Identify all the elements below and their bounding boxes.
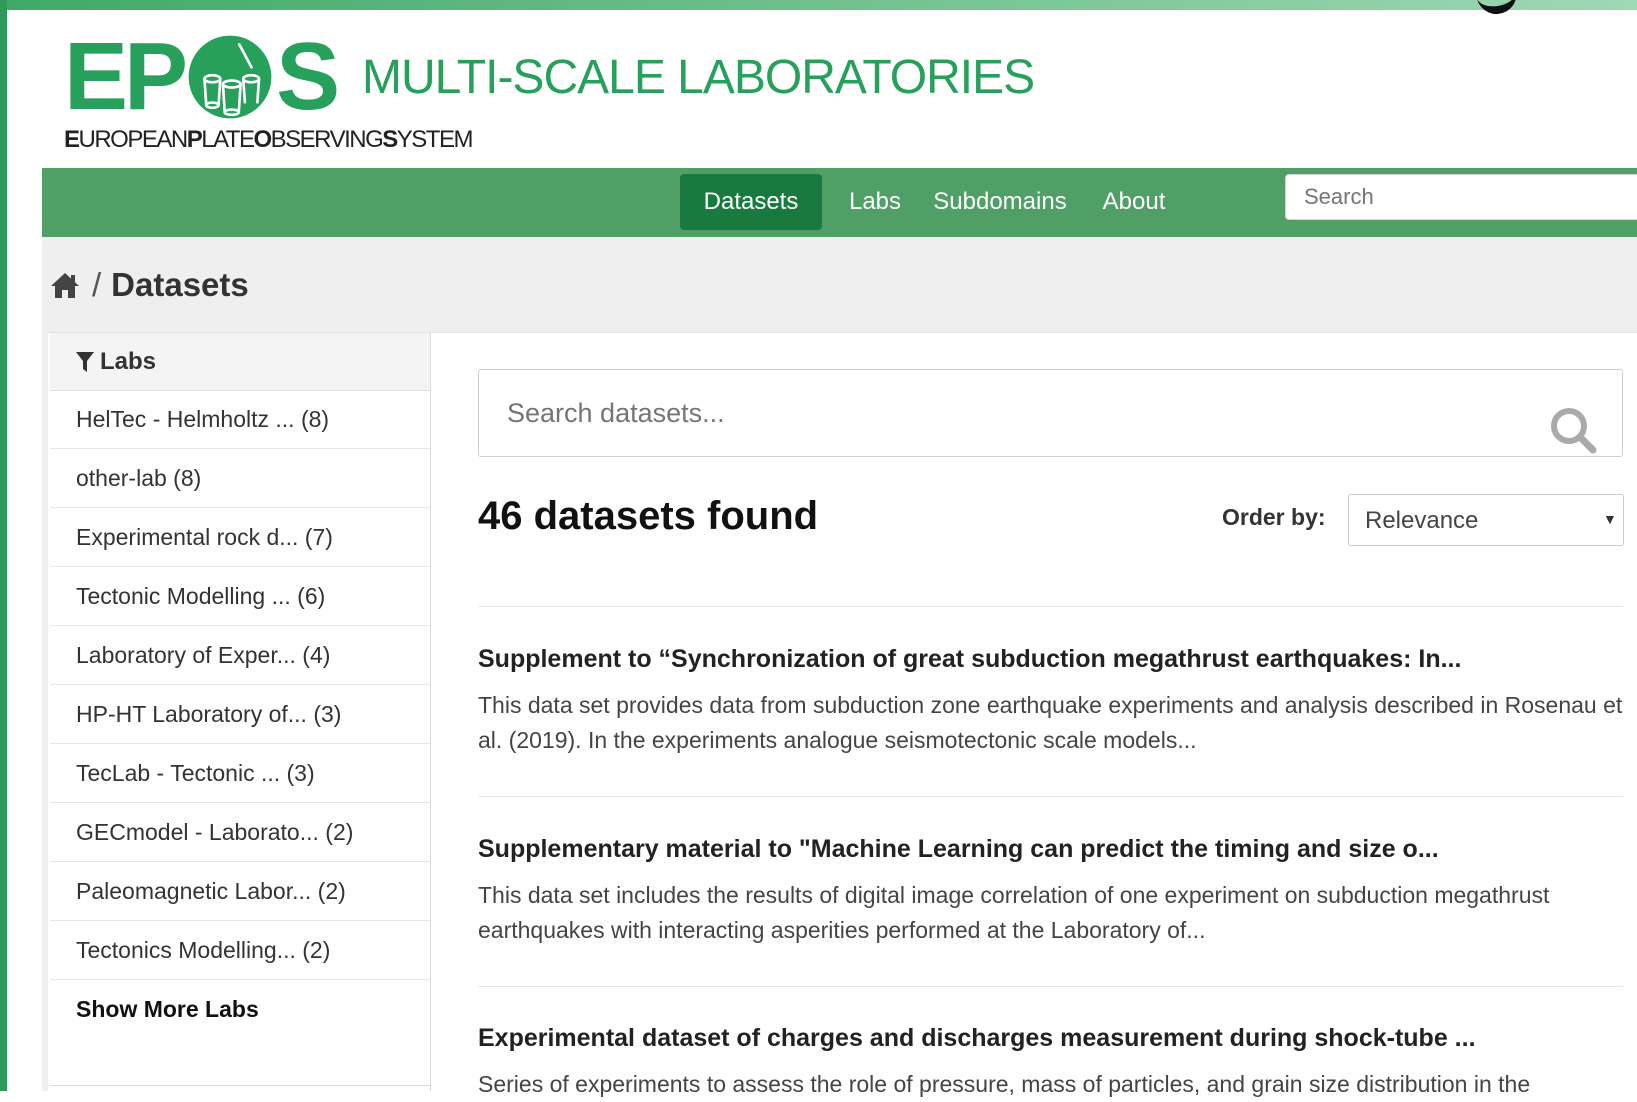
- facet-item[interactable]: Experimental rock d... (7): [50, 508, 430, 567]
- nav-labs[interactable]: Labs: [832, 174, 918, 230]
- order-by-label: Order by:: [1222, 504, 1326, 530]
- dataset-title[interactable]: Supplementary material to "Machine Learn…: [478, 835, 1623, 864]
- facet-item[interactable]: HelTec - Helmholtz ... (8): [50, 390, 430, 449]
- logo-wordmark: E P S: [64, 23, 340, 130]
- dataset-description: This data set includes the results of di…: [478, 882, 1550, 943]
- nav-about[interactable]: About: [1088, 174, 1180, 230]
- order-by-value: Relevance: [1365, 507, 1479, 534]
- facet-item[interactable]: GECmodel - Laborato... (2): [50, 803, 430, 862]
- top-accent-stripe: [0, 0, 1637, 10]
- facet-item[interactable]: Tectonic Modelling ... (6): [50, 567, 430, 626]
- logo-letter-s: S: [276, 23, 340, 130]
- filter-icon: [76, 351, 94, 372]
- dataset-item: Supplementary material to "Machine Learn…: [478, 835, 1623, 948]
- left-accent-stripe: [0, 0, 7, 1091]
- facet-heading: Labs: [50, 333, 430, 391]
- logo-subtitle: EUROPEANPLATEOBSERVINGSYSTEM: [64, 126, 473, 153]
- epos-logo[interactable]: E P S EUROPEANPLATEOBSERVINGSYSTEM: [64, 23, 473, 156]
- main-navbar: Datasets Labs Subdomains About: [42, 168, 1637, 237]
- dataset-description: Series of experiments to assess the role…: [478, 1071, 1531, 1097]
- dataset-title[interactable]: Experimental dataset of charges and disc…: [478, 1024, 1623, 1053]
- dataset-divider: [478, 986, 1623, 987]
- caret-down-icon: ▼: [1603, 511, 1617, 527]
- order-by-select[interactable]: Relevance ▼: [1348, 494, 1624, 546]
- dataset-divider: [478, 796, 1623, 797]
- facet-list: HelTec - Helmholtz ... (8) other-lab (8)…: [50, 390, 430, 980]
- facet-sidebar: Labs HelTec - Helmholtz ... (8) other-la…: [50, 333, 431, 1091]
- home-icon[interactable]: [50, 271, 80, 299]
- dataset-search-input[interactable]: [479, 370, 1547, 456]
- facet-item[interactable]: Laboratory of Exper... (4): [50, 626, 430, 685]
- facet-item[interactable]: HP-HT Laboratory of... (3): [50, 685, 430, 744]
- nav-subdomains[interactable]: Subdomains: [926, 174, 1074, 230]
- breadcrumb-current[interactable]: Datasets: [111, 266, 249, 304]
- logo-letter-p: P: [124, 23, 188, 130]
- results-count: 46 datasets found: [478, 494, 819, 538]
- header-search-input[interactable]: [1285, 174, 1637, 220]
- search-icon[interactable]: [1549, 406, 1597, 454]
- facet-heading-label: Labs: [100, 347, 157, 375]
- nav-datasets[interactable]: Datasets: [680, 174, 822, 230]
- facet-item[interactable]: other-lab (8): [50, 449, 430, 508]
- logo-letter-e: E: [64, 23, 128, 130]
- facet-item[interactable]: Paleomagnetic Labor... (2): [50, 862, 430, 921]
- dataset-description: This data set provides data from subduct…: [478, 692, 1623, 753]
- globe-icon: [188, 35, 272, 119]
- facet-item[interactable]: TecLab - Tectonic ... (3): [50, 744, 430, 803]
- results-divider: [478, 606, 1623, 607]
- dataset-search-box: [478, 369, 1623, 457]
- facet-item[interactable]: Tectonics Modelling... (2): [50, 921, 430, 980]
- sidebar-divider: [50, 1085, 430, 1086]
- show-more-labs-link[interactable]: Show More Labs: [76, 996, 259, 1023]
- dataset-item: Experimental dataset of charges and disc…: [478, 1024, 1623, 1102]
- site-title: MULTI-SCALE LABORATORIES: [362, 51, 1035, 104]
- breadcrumb: / Datasets: [50, 262, 249, 308]
- dataset-title[interactable]: Supplement to “Synchronization of great …: [478, 645, 1623, 674]
- breadcrumb-separator: /: [92, 266, 102, 303]
- dataset-item: Supplement to “Synchronization of great …: [478, 645, 1623, 758]
